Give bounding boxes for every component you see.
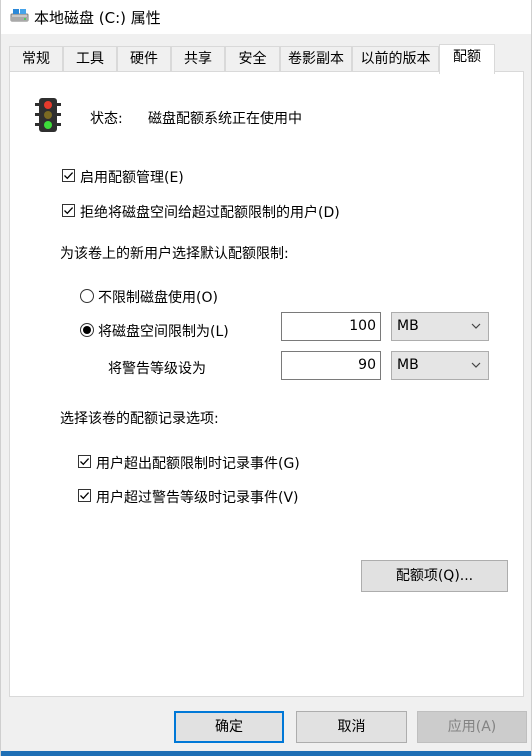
tab-previous-versions[interactable]: 以前的版本 (352, 46, 439, 72)
enable-quota-checkbox[interactable] (62, 169, 75, 182)
limit-unit-value: MB (397, 318, 419, 334)
tab-hardware[interactable]: 硬件 (117, 46, 171, 72)
drive-icon (10, 8, 30, 24)
taskbar-edge (1, 751, 531, 756)
status-value: 磁盘配额系统正在使用中 (148, 111, 302, 127)
tab-shadow-copies[interactable]: 卷影副本 (280, 46, 352, 72)
status-label: 状态: (90, 111, 123, 127)
tab-general[interactable]: 常规 (9, 46, 63, 72)
deny-space-checkbox[interactable] (62, 204, 75, 217)
tab-security[interactable]: 安全 (225, 46, 280, 72)
limit-radio[interactable] (80, 323, 94, 337)
default-limit-heading: 为该卷上的新用户选择默认配额限制: (60, 246, 289, 262)
warning-label: 将警告等级设为 (108, 361, 206, 377)
logging-heading: 选择该卷的配额记录选项: (60, 411, 219, 427)
tab-quota[interactable]: 配额 (439, 44, 495, 74)
deny-space-label[interactable]: 拒绝将磁盘空间给超过配额限制的用户(D) (80, 202, 340, 222)
cancel-button[interactable]: 取消 (296, 711, 407, 743)
limit-unit-select[interactable]: MB (391, 312, 489, 341)
warning-unit-value: MB (397, 357, 419, 373)
checkmark-icon (64, 172, 74, 180)
properties-window: 本地磁盘 (C:) 属性 常规 工具 硬件 共享 安全 卷影副本 以前的版本 配… (0, 0, 532, 756)
log-warning-checkbox[interactable] (78, 489, 91, 502)
chevron-down-icon (471, 323, 481, 329)
log-limit-label[interactable]: 用户超出配额限制时记录事件(G) (96, 453, 300, 473)
tab-sharing[interactable]: 共享 (171, 46, 225, 72)
title-bar: 本地磁盘 (C:) 属性 (1, 0, 531, 34)
no-limit-label[interactable]: 不限制磁盘使用(O) (98, 287, 218, 307)
no-limit-radio[interactable] (80, 289, 94, 303)
enable-quota-label[interactable]: 启用配额管理(E) (80, 167, 184, 187)
limit-label[interactable]: 将磁盘空间限制为(L) (98, 321, 229, 341)
log-limit-checkbox[interactable] (78, 455, 91, 468)
ok-button[interactable]: 确定 (174, 711, 284, 743)
radio-selected-dot (83, 326, 91, 334)
apply-button[interactable]: 应用(A) (417, 711, 527, 743)
tab-strip: 常规 工具 硬件 共享 安全 卷影副本 以前的版本 配额 (9, 44, 525, 74)
checkmark-icon (80, 492, 90, 500)
quota-panel: 状态: 磁盘配额系统正在使用中 启用配额管理(E) 拒绝将磁盘空间给超过配额限制… (9, 71, 524, 697)
checkmark-icon (80, 458, 90, 466)
warning-unit-select[interactable]: MB (391, 351, 489, 380)
traffic-light-icon (34, 97, 62, 135)
checkmark-icon (64, 207, 74, 215)
limit-value-input[interactable]: 100 (281, 312, 381, 341)
log-warning-label[interactable]: 用户超过警告等级时记录事件(V) (96, 487, 299, 507)
tab-tools[interactable]: 工具 (63, 46, 117, 72)
quota-entries-button[interactable]: 配额项(Q)... (361, 560, 508, 592)
chevron-down-icon (471, 362, 481, 368)
warning-value-input[interactable]: 90 (281, 351, 381, 380)
window-title: 本地磁盘 (C:) 属性 (34, 9, 161, 27)
